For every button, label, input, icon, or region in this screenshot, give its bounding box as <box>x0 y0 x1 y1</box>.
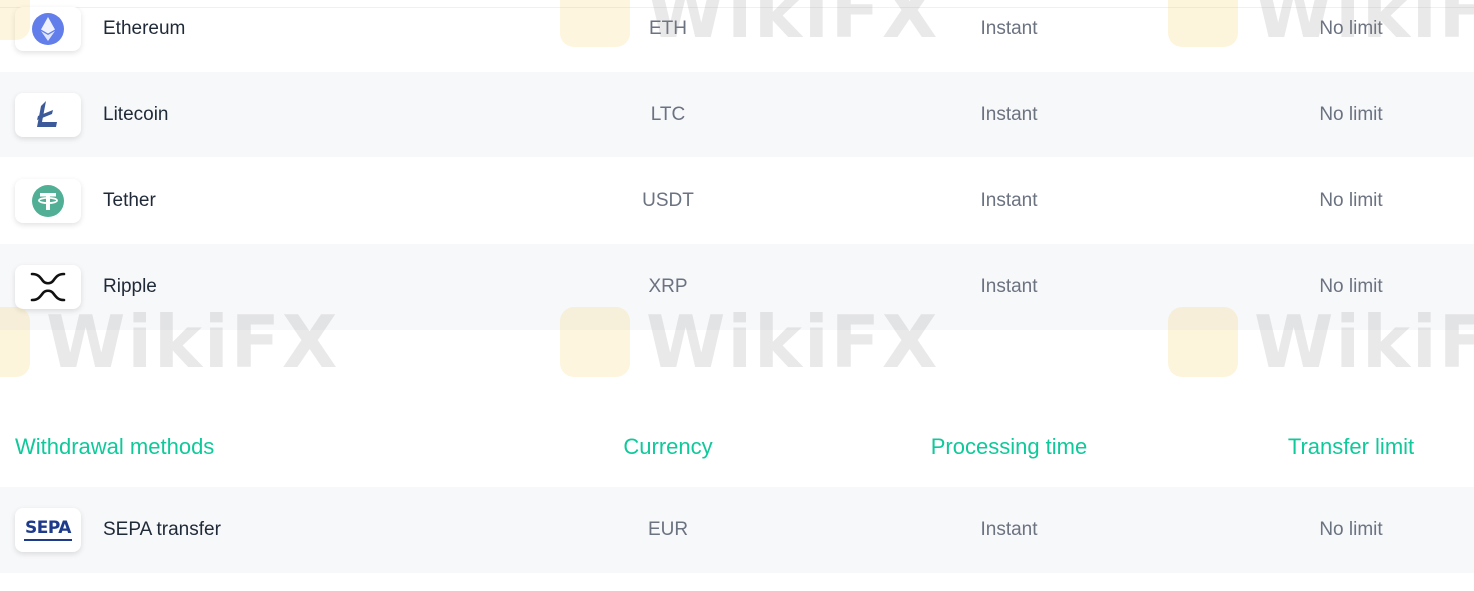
method-cell: Litecoin <box>15 92 169 137</box>
table-row: Ethereum ETH Instant No limit <box>0 0 1474 72</box>
header-withdrawal-methods: Withdrawal methods <box>15 434 215 459</box>
sepa-logo-underline <box>24 538 72 541</box>
method-name: Tether <box>103 189 156 211</box>
withdrawal-table-header: Withdrawal methods Currency Processing t… <box>0 420 1474 474</box>
table-row: SEPA SEPA transfer EUR Instant No limit <box>0 487 1474 573</box>
transfer-limit-cell: No limit <box>1319 189 1383 211</box>
table-row: Ripple XRP Instant No limit <box>0 244 1474 330</box>
table-row: Litecoin LTC Instant No limit <box>0 72 1474 157</box>
transfer-limit-cell: No limit <box>1319 103 1383 125</box>
currency-cell: USDT <box>642 189 694 211</box>
tether-icon <box>15 178 81 223</box>
ethereum-icon <box>15 6 81 51</box>
method-cell: Ethereum <box>15 6 186 51</box>
header-currency: Currency <box>623 434 713 459</box>
processing-time-cell: Instant <box>980 189 1038 211</box>
currency-cell: LTC <box>650 103 686 125</box>
method-cell: SEPA SEPA transfer <box>15 508 221 552</box>
transfer-limit-cell: No limit <box>1319 17 1383 39</box>
method-name: Ethereum <box>103 17 186 39</box>
table-row: Tether USDT Instant No limit <box>0 157 1474 244</box>
ripple-icon <box>15 265 81 309</box>
header-transfer-limit: Transfer limit <box>1287 434 1415 459</box>
transfer-limit-cell: No limit <box>1319 276 1383 297</box>
sepa-logo-text: SEPA <box>25 517 71 538</box>
litecoin-icon <box>15 92 81 137</box>
processing-time-cell: Instant <box>980 17 1038 39</box>
currency-cell: XRP <box>648 276 688 297</box>
sepa-icon: SEPA <box>15 508 81 552</box>
method-cell: Ripple <box>15 265 157 309</box>
currency-cell: ETH <box>649 17 687 39</box>
processing-time-cell: Instant <box>980 519 1038 540</box>
transfer-limit-cell: No limit <box>1319 519 1383 540</box>
method-name: SEPA transfer <box>103 519 221 540</box>
method-cell: Tether <box>15 178 156 223</box>
processing-time-cell: Instant <box>980 276 1038 297</box>
currency-cell: EUR <box>647 519 689 540</box>
header-processing-time: Processing time <box>930 434 1088 459</box>
method-name: Litecoin <box>103 103 169 125</box>
method-name: Ripple <box>103 276 157 297</box>
processing-time-cell: Instant <box>980 103 1038 125</box>
